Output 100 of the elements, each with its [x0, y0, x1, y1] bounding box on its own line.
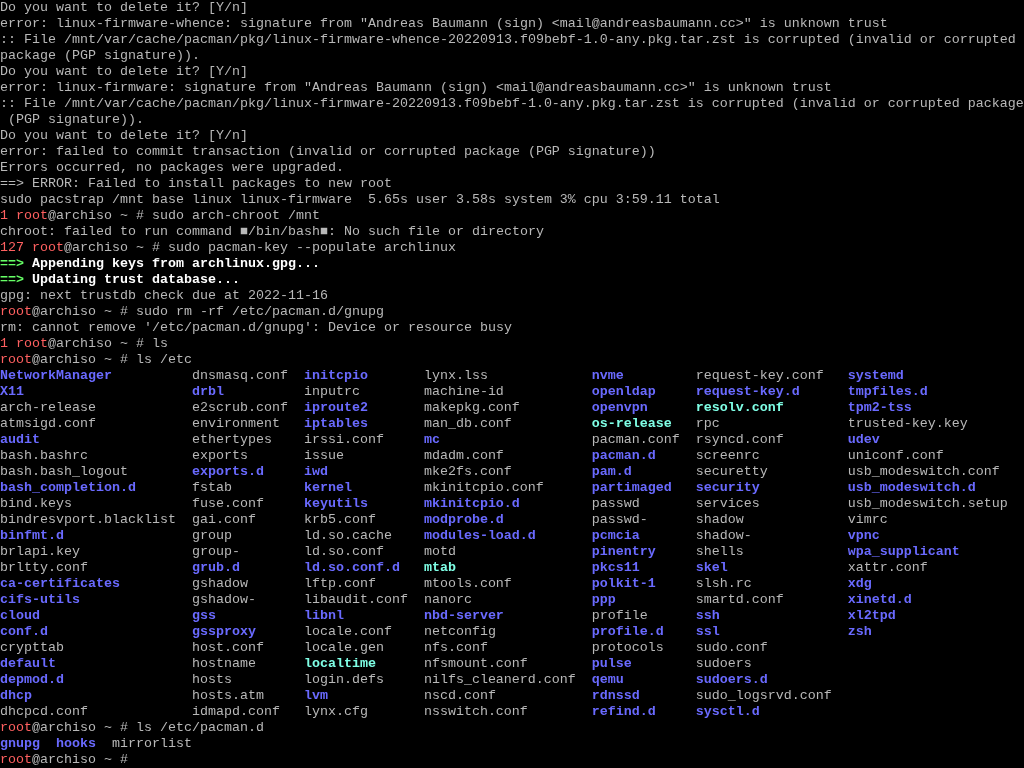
directory-name: xl2tpd	[847, 608, 896, 624]
terminal-line: 1 root@archiso ~ # ls	[0, 336, 168, 352]
file-name: krb5.conf	[303, 512, 376, 528]
directory-name: profile.d	[591, 624, 664, 640]
file-name: usb_modeswitch.conf	[847, 464, 1000, 480]
directory-name: audit	[0, 432, 40, 448]
file-name: atmsigd.conf	[0, 416, 96, 432]
directory-name: xdg	[847, 576, 872, 592]
terminal-line: (PGP signature)).	[7, 112, 144, 128]
terminal-line: Do you want to delete it? [Y/n]	[0, 128, 248, 144]
directory-name: pcmcia	[591, 528, 640, 544]
directory-name: pinentry	[591, 544, 656, 560]
file-name: inputrc	[303, 384, 360, 400]
directory-name: conf.d	[0, 624, 48, 640]
file-name: hosts.atm	[191, 688, 264, 704]
file-name: shadow-	[695, 528, 752, 544]
file-name: vimrc	[847, 512, 888, 528]
file-name: nscd.conf	[423, 688, 496, 704]
directory-name: ssl	[695, 624, 720, 640]
terminal-line: rm: cannot remove '/etc/pacman.d/gnupg': Device or resource busy	[0, 320, 512, 336]
file-name: lynx.cfg	[303, 704, 368, 720]
directory-name: skel	[695, 560, 728, 576]
directory-name: initcpio	[303, 368, 368, 384]
file-name: sudo_logsrvd.conf	[695, 688, 832, 704]
terminal-line: root@archiso ~ # ls /etc/pacman.d	[0, 720, 264, 736]
directory-name: refind.d	[591, 704, 656, 720]
directory-name: iptables	[303, 416, 368, 432]
file-name: services	[695, 496, 760, 512]
terminal-line: ==> Appending keys from archlinux.gpg...	[0, 256, 320, 272]
file-name: issue	[303, 448, 344, 464]
file-name: group-	[191, 544, 240, 560]
terminal-line: root@archiso ~ #	[0, 752, 128, 768]
directory-name: openldap	[591, 384, 656, 400]
file-name: fuse.conf	[191, 496, 264, 512]
directory-name: gssproxy	[191, 624, 256, 640]
directory-name: mkinitcpio.d	[423, 496, 520, 512]
file-name: dhcpcd.conf	[0, 704, 88, 720]
directory-name: xinetd.d	[847, 592, 912, 608]
file-name: uniconf.conf	[847, 448, 944, 464]
directory-name: libnl	[303, 608, 344, 624]
terminal-line: root@archiso ~ # ls /etc	[0, 352, 192, 368]
directory-name: ld.so.conf.d	[303, 560, 400, 576]
file-name: xattr.conf	[847, 560, 928, 576]
file-name: nanorc	[423, 592, 472, 608]
directory-name: modprobe.d	[423, 512, 504, 528]
terminal-line: 1 root@archiso ~ # sudo arch-chroot /mnt	[0, 208, 320, 224]
file-name: brltty.conf	[0, 560, 88, 576]
file-name: shadow	[695, 512, 744, 528]
directory-name: wpa_supplicant	[847, 544, 960, 560]
symlink-name: localtime	[303, 656, 376, 672]
file-name: protocols	[591, 640, 664, 656]
file-name: hosts	[191, 672, 232, 688]
directory-name: sysctl.d	[695, 704, 760, 720]
file-name: gshadow-	[191, 592, 256, 608]
directory-name: cloud	[0, 608, 40, 624]
file-name: environment	[191, 416, 280, 432]
file-name: man_db.conf	[423, 416, 512, 432]
directory-name: grub.d	[191, 560, 240, 576]
directory-name: nbd-server	[423, 608, 504, 624]
terminal-line: ==> Updating trust database...	[0, 272, 240, 288]
file-name: ethertypes	[191, 432, 272, 448]
file-name: ld.so.conf	[303, 544, 384, 560]
file-name: mtools.conf	[423, 576, 512, 592]
directory-name: usb_modeswitch.d	[847, 480, 976, 496]
directory-name: pulse	[591, 656, 632, 672]
file-name: rpc	[695, 416, 720, 432]
terminal-line: gnupg hooks mirrorlist	[0, 736, 192, 752]
file-name: login.defs	[303, 672, 384, 688]
directory-name: default	[0, 656, 56, 672]
file-name: motd	[423, 544, 456, 560]
directory-name: polkit-1	[591, 576, 656, 592]
file-name: securetty	[695, 464, 768, 480]
file-name: mkinitcpio.conf	[423, 480, 544, 496]
file-name: machine-id	[423, 384, 504, 400]
terminal-line: chroot: failed to run command ■/bin/bash■: No such file or directory	[0, 224, 544, 240]
directory-name: partimaged	[591, 480, 672, 496]
file-name: netconfig	[423, 624, 496, 640]
directory-name: qemu	[591, 672, 624, 688]
file-name: hostname	[191, 656, 256, 672]
file-name: crypttab	[0, 640, 64, 656]
directory-name: rdnssd	[591, 688, 640, 704]
directory-name: ca-certificates	[0, 576, 120, 592]
file-name: ld.so.cache	[303, 528, 392, 544]
directory-name: kernel	[303, 480, 352, 496]
directory-name: gss	[191, 608, 216, 624]
terminal-line: Do you want to delete it? [Y/n]	[0, 64, 248, 80]
file-name: rsyncd.conf	[695, 432, 784, 448]
file-name: brlapi.key	[0, 544, 80, 560]
terminal-line: :: File /mnt/var/cache/pacman/pkg/linux-firmware-whence-20220913.f09bebf-1.0-any.pkg.tar.zst is corrupted (invalid or corrupted	[0, 32, 1016, 48]
file-name: shells	[695, 544, 744, 560]
directory-name: tmpfiles.d	[847, 384, 928, 400]
file-name: nsswitch.conf	[423, 704, 528, 720]
directory-name: systemd	[847, 368, 904, 384]
file-name: gshadow	[191, 576, 248, 592]
directory-name: NetworkManager	[0, 368, 112, 384]
file-name: exports	[191, 448, 248, 464]
terminal-line: ==> ERROR: Failed to install packages to new root	[0, 176, 392, 192]
terminal-line: error: linux-firmware: signature from "Andreas Baumann (sign) <mail@andreasbaumann.cc>" is unknown trust	[0, 80, 832, 96]
file-name: bash.bashrc	[0, 448, 88, 464]
file-name: lftp.conf	[303, 576, 376, 592]
